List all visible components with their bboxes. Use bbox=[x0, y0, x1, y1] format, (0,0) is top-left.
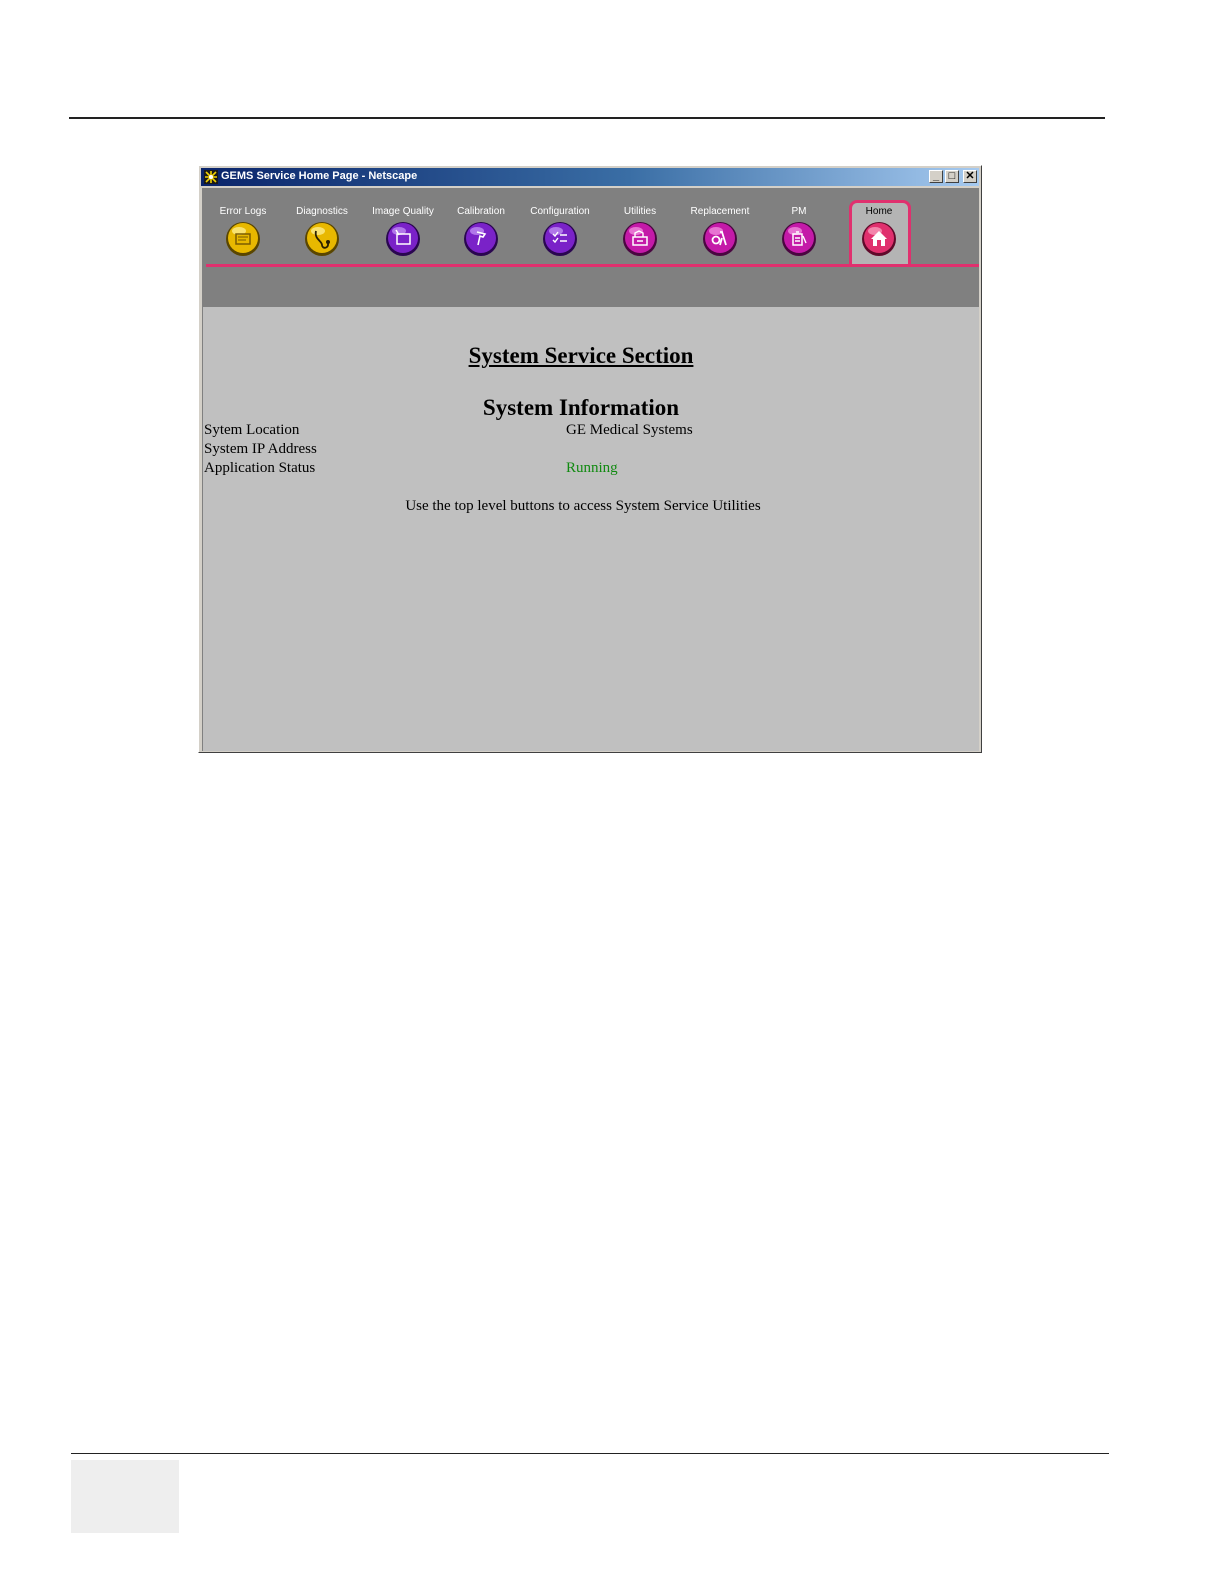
utilities-icon bbox=[623, 222, 657, 256]
browser-window: GEMS Service Home Page - Netscape _ □ ✕ … bbox=[198, 165, 982, 753]
service-toolbar: Error Logs Diagnostics Image Quality Cal… bbox=[203, 189, 979, 307]
nav-label: Error Logs bbox=[219, 206, 267, 217]
title-bar[interactable]: GEMS Service Home Page - Netscape _ □ ✕ bbox=[201, 168, 979, 186]
maximize-button[interactable]: □ bbox=[945, 170, 959, 183]
netscape-app-icon bbox=[204, 170, 218, 184]
minimize-button[interactable]: _ bbox=[929, 170, 943, 183]
nav-pm[interactable]: PM bbox=[759, 205, 839, 265]
nav-label: Calibration bbox=[457, 206, 505, 217]
section-title: System Service Section bbox=[468, 343, 694, 368]
info-label-status: Application Status bbox=[204, 460, 316, 476]
page-bottom-rule bbox=[71, 1453, 1109, 1454]
nav-utilities[interactable]: Utilities bbox=[600, 205, 680, 265]
nav-error-logs[interactable]: Error Logs bbox=[203, 205, 283, 265]
info-label-ip: System IP Address bbox=[204, 441, 317, 457]
status-value: Running bbox=[566, 460, 618, 476]
close-button[interactable]: ✕ bbox=[963, 170, 977, 183]
home-icon bbox=[862, 222, 896, 256]
nav-label: PM bbox=[791, 206, 807, 217]
instructions-text: Use the top level buttons to access Syst… bbox=[405, 498, 761, 514]
page-top-rule bbox=[69, 117, 1105, 119]
nav-label: Diagnostics bbox=[296, 206, 348, 217]
nav-label: Configuration bbox=[530, 206, 590, 217]
window-title: GEMS Service Home Page - Netscape bbox=[221, 170, 418, 182]
nav-calibration[interactable]: Calibration bbox=[441, 205, 521, 265]
nav-home[interactable]: Home bbox=[839, 205, 919, 265]
info-value-location: GE Medical Systems bbox=[566, 422, 693, 438]
nav-replacement[interactable]: Replacement bbox=[680, 205, 760, 265]
info-title: System Information bbox=[482, 395, 680, 420]
replacement-icon bbox=[703, 222, 737, 256]
calibration-icon bbox=[464, 222, 498, 256]
page-content: Error Logs Diagnostics Image Quality Cal… bbox=[202, 188, 979, 751]
nav-label: Home bbox=[865, 206, 893, 217]
nav-label: Replacement bbox=[690, 206, 750, 217]
nav-configuration[interactable]: Configuration bbox=[520, 205, 600, 265]
info-label-location: Sytem Location bbox=[204, 422, 300, 438]
nav-label: Utilities bbox=[623, 206, 657, 217]
nav-image-quality[interactable]: Image Quality bbox=[363, 205, 443, 265]
footer-placeholder-box bbox=[71, 1460, 179, 1533]
error-log-icon bbox=[226, 222, 260, 256]
stethoscope-icon bbox=[305, 222, 339, 256]
nav-diagnostics[interactable]: Diagnostics bbox=[282, 205, 362, 265]
pm-icon bbox=[782, 222, 816, 256]
image-quality-icon bbox=[386, 222, 420, 256]
configuration-icon bbox=[543, 222, 577, 256]
nav-label: Image Quality bbox=[372, 206, 434, 217]
